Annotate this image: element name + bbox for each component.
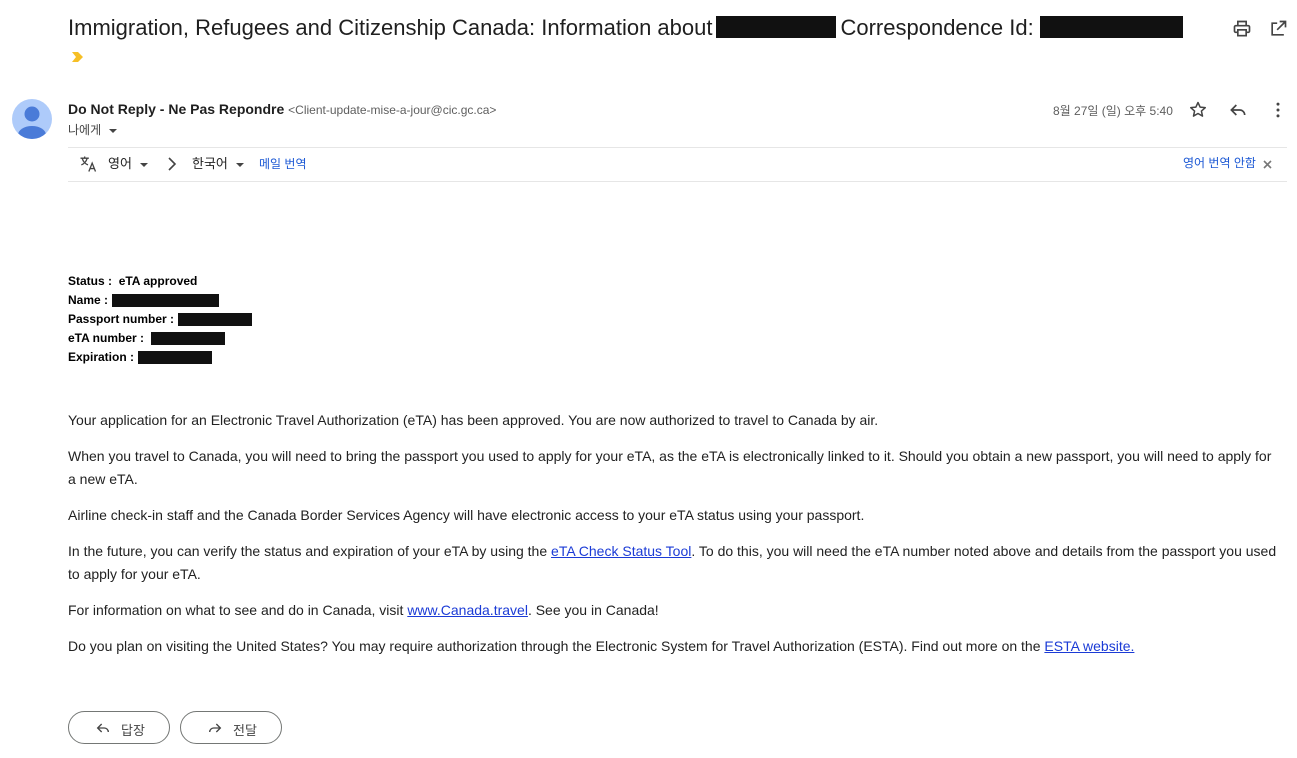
- redacted-block: [112, 294, 220, 308]
- default-avatar-icon: [18, 106, 46, 139]
- redacted-block: [178, 313, 253, 327]
- reply-icon: [96, 723, 109, 733]
- paragraph-text: For information on what to see and do in…: [68, 602, 408, 618]
- print-icon[interactable]: [1232, 19, 1252, 39]
- redacted-block: [716, 16, 837, 39]
- body-paragraph: Do you plan on visiting the United State…: [68, 635, 1280, 658]
- passport-row: Passport number :: [68, 310, 253, 329]
- status-value: eTA approved: [118, 274, 198, 288]
- recipient-label: 나에게: [68, 123, 102, 137]
- forward-icon: [209, 723, 222, 733]
- reply-label: 답장: [121, 723, 145, 738]
- status-label: Status :: [68, 274, 113, 288]
- eta-details: Status : eTA approved Name : Passport nu…: [68, 272, 253, 367]
- body-paragraph: In the future, you can verify the status…: [68, 540, 1280, 586]
- translate-icon: [80, 156, 97, 172]
- reply-icon[interactable]: [1228, 100, 1248, 120]
- redacted-block: [151, 332, 226, 346]
- caret-down-icon: [235, 162, 244, 167]
- body-paragraph: For information on what to see and do in…: [68, 599, 1280, 622]
- name-label: Name :: [68, 293, 109, 307]
- chevron-right-icon: [168, 157, 177, 171]
- email-body: Your application for an Electronic Trave…: [68, 409, 1280, 671]
- source-language-label: 영어: [108, 156, 132, 171]
- body-paragraph: Your application for an Electronic Trave…: [68, 412, 879, 428]
- paragraph-text: In the future, you can verify the status…: [68, 543, 552, 559]
- eta-number-label: eTA number :: [68, 331, 145, 345]
- name-row: Name :: [68, 291, 252, 310]
- recipient-dropdown[interactable]: 나에게: [68, 121, 118, 138]
- canada-travel-link[interactable]: www.Canada.travel: [407, 602, 528, 618]
- esta-website-link[interactable]: ESTA website.: [1044, 638, 1134, 654]
- close-icon[interactable]: [1263, 160, 1272, 169]
- star-icon[interactable]: [1188, 100, 1208, 120]
- sender-email: <Client-update-mise-a-jour@cic.gc.ca>: [288, 103, 497, 117]
- open-in-new-window-icon[interactable]: [1268, 19, 1288, 39]
- status-row: Status : eTA approved: [68, 272, 252, 291]
- more-options-icon[interactable]: [1268, 100, 1288, 120]
- forward-label: 전달: [233, 723, 257, 738]
- paragraph-text: Do you plan on visiting the United State…: [68, 638, 1045, 654]
- target-language-label: 한국어: [192, 156, 228, 171]
- importance-marker-icon[interactable]: [72, 52, 83, 62]
- reply-button[interactable]: 답장: [68, 711, 170, 744]
- subject-text-prefix: Immigration, Refugees and Citizenship Ca…: [68, 15, 713, 40]
- caret-down-icon: [139, 162, 148, 167]
- email-date: 8월 27일 (일) 오후 5:40: [1053, 104, 1173, 118]
- sender-line: Do Not Reply - Ne Pas Repondre <Client-u…: [68, 100, 496, 119]
- email-subject: Immigration, Refugees and Citizenship Ca…: [68, 14, 1187, 42]
- redacted-block: [1039, 16, 1183, 39]
- forward-button[interactable]: 전달: [180, 711, 282, 744]
- target-language-dropdown[interactable]: 한국어: [192, 154, 244, 174]
- expiration-row: Expiration :: [68, 348, 252, 367]
- paragraph-text: . See you in Canada!: [527, 602, 659, 618]
- redacted-block: [138, 351, 213, 365]
- dont-translate-link[interactable]: 영어 번역 안함: [1183, 153, 1256, 173]
- subject-text-middle: Correspondence Id:: [840, 15, 1034, 40]
- eta-check-status-link[interactable]: eTA Check Status Tool: [551, 543, 691, 559]
- translate-bar: 영어 한국어 메일 번역 영어 번역 안함: [68, 147, 1287, 182]
- body-paragraph: When you travel to Canada, you will need…: [68, 448, 1272, 487]
- expiration-label: Expiration :: [68, 350, 135, 364]
- body-paragraph: Airline check-in staff and the Canada Bo…: [68, 507, 865, 523]
- source-language-dropdown[interactable]: 영어: [108, 154, 148, 174]
- avatar[interactable]: [12, 99, 52, 139]
- translate-message-link[interactable]: 메일 번역: [259, 154, 307, 174]
- caret-down-icon: [109, 128, 118, 133]
- sender-name[interactable]: Do Not Reply - Ne Pas Repondre: [68, 101, 284, 117]
- eta-number-row: eTA number :: [68, 329, 252, 348]
- passport-label: Passport number :: [68, 312, 175, 326]
